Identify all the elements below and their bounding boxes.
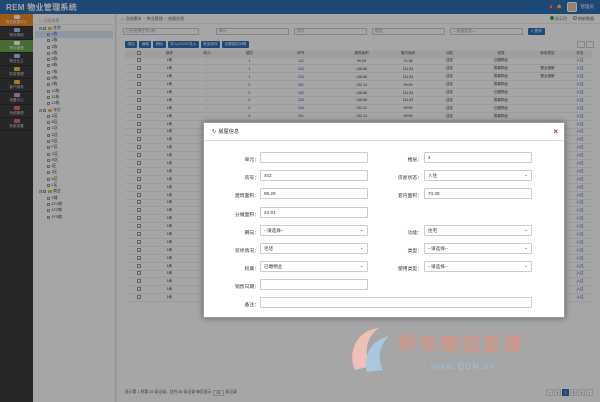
decoration-label: 装修情况： [235,249,259,254]
sale-date-field[interactable] [260,279,368,290]
use-type-label: 使用类型： [398,267,422,272]
floor-label: 楼层： [407,158,422,163]
house-info-dialog: ↻ 房屋信息 × 单元： 楼层： 4 房号： 402 房屋状态： 入住 建筑面积… [203,122,565,318]
status-select[interactable]: 入住 [424,170,532,181]
sale-date-label: 销售日期： [235,285,259,290]
watermark-cn: 黔东南信息港 [398,333,525,355]
share-area-label: 分摊面积： [235,213,259,218]
dialog-title: 房屋信息 [218,129,240,135]
orientation-select[interactable]: --请选择-- [260,225,368,236]
inner-area-label: 套内面积： [398,194,422,199]
ownership-select[interactable]: 已缴物业 [260,261,368,272]
watermark-en: www.QDN.cn [431,362,496,371]
ownership-label: 权属： [244,267,259,272]
floor-field[interactable]: 4 [424,152,532,163]
status-label: 房屋状态： [398,176,422,181]
dialog-header: ↻ 房屋信息 × [204,123,564,141]
unit-label: 单元： [244,158,259,163]
room-field[interactable]: 402 [260,170,368,181]
area-label: 建筑面积： [235,194,259,199]
inner-area-field[interactable]: 74.38 [424,188,532,199]
decoration-select[interactable]: 毛坯 [260,243,368,254]
watermark-logo [352,328,389,372]
close-icon[interactable]: × [553,127,558,136]
orientation-label: 朝向： [244,231,259,236]
remark-field[interactable] [260,297,532,308]
type-select[interactable]: --请选择-- [424,243,532,254]
share-area-field[interactable]: 24.91 [260,207,368,218]
watermark: 黔东南信息港 www.QDN.cn [345,322,591,376]
type-label: 类型： [407,249,422,254]
refresh-icon: ↻ [212,128,217,135]
room-label: 房号： [244,176,259,181]
unit-field[interactable] [260,152,368,163]
remark-label: 备注： [244,303,259,308]
area-field[interactable]: 99.29 [260,188,368,199]
use-type-select[interactable]: --请选择-- [424,261,532,272]
function-label: 功能： [407,231,422,236]
function-select[interactable]: 住宅 [424,225,532,236]
